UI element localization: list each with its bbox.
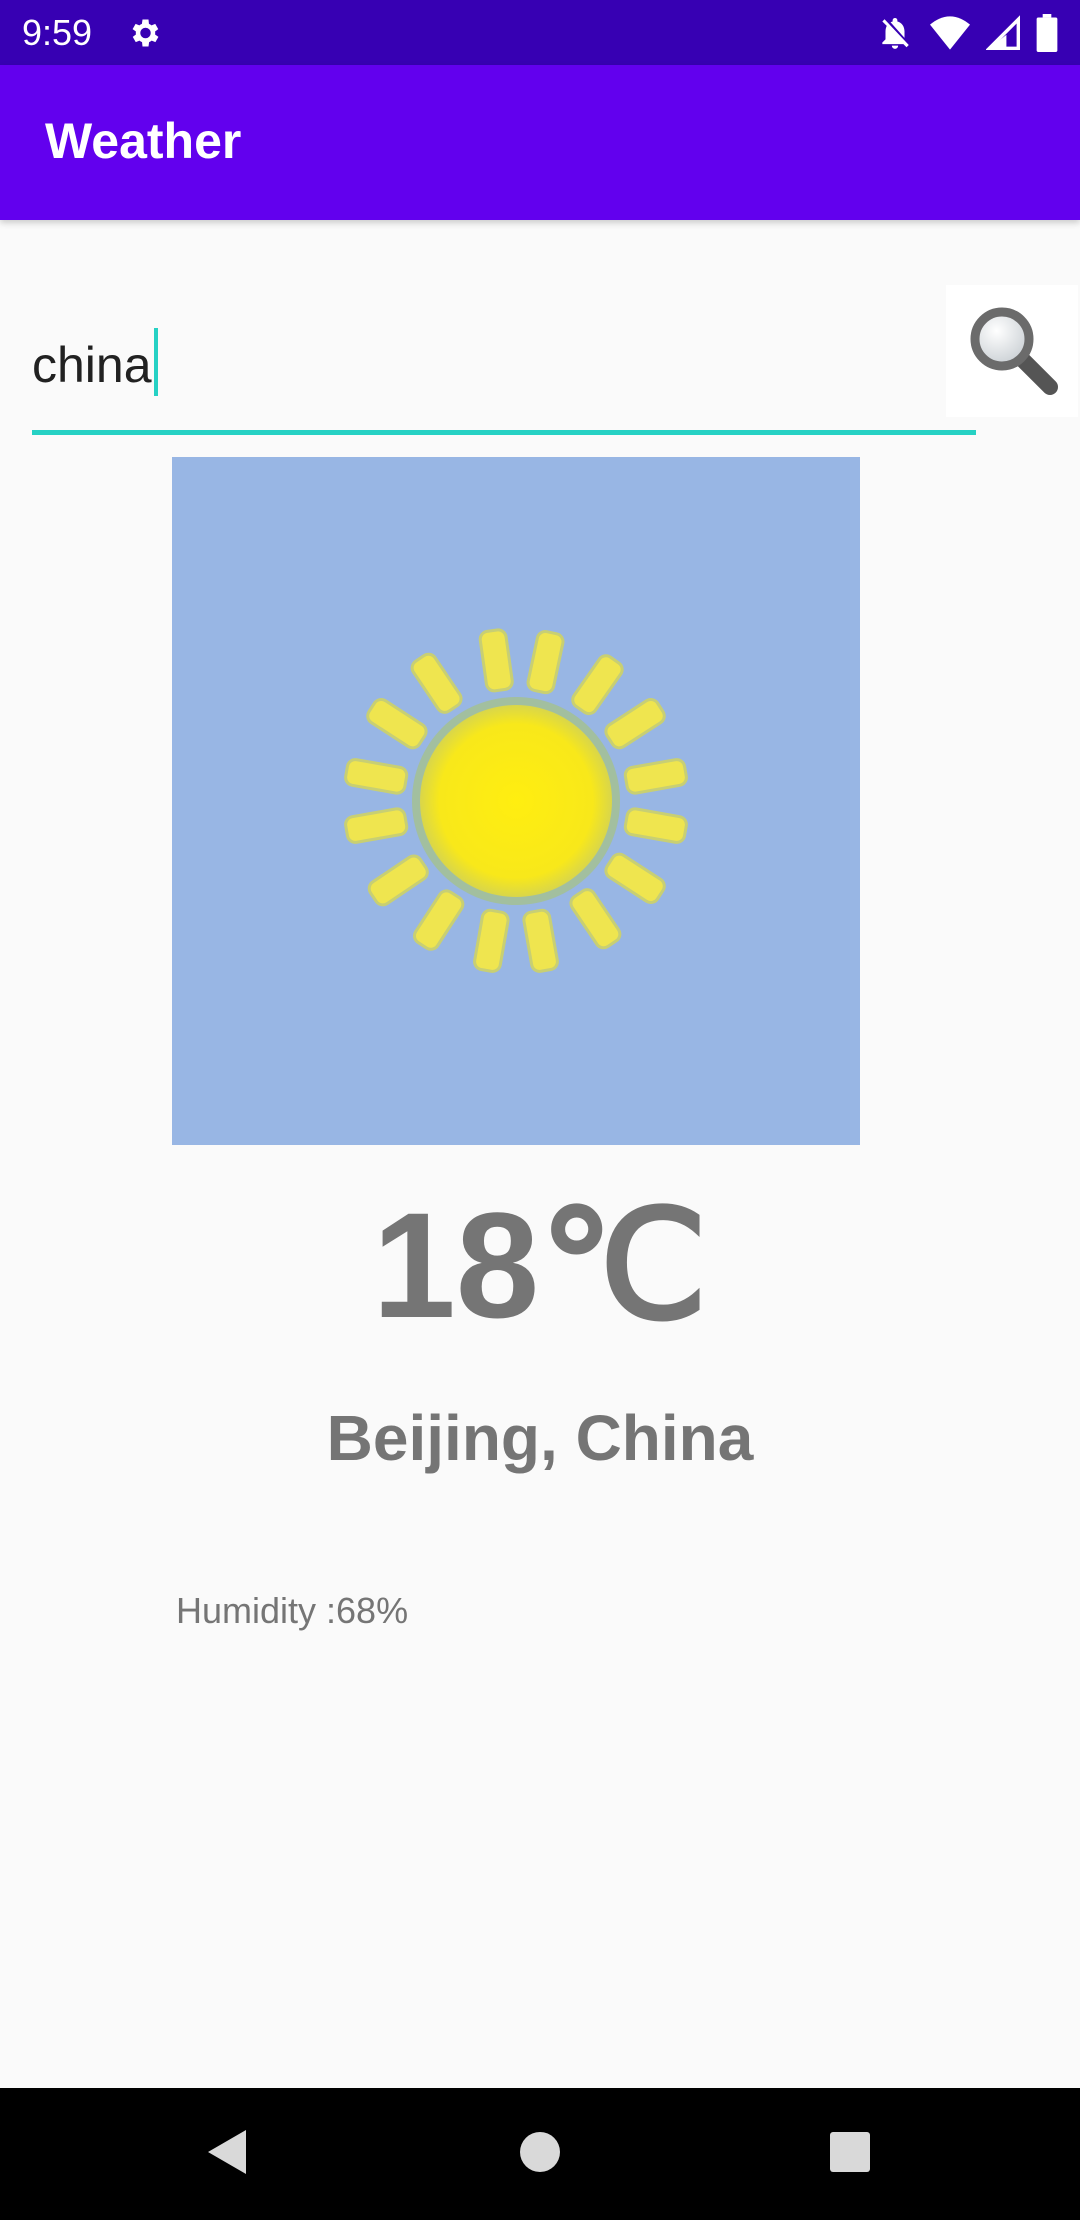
- search-input[interactable]: china: [32, 300, 976, 438]
- cellular-signal-icon: [986, 15, 1020, 51]
- app-title: Weather: [45, 113, 242, 169]
- recents-icon: [829, 2131, 871, 2177]
- home-button[interactable]: [510, 2124, 570, 2184]
- temperature-value: 18℃: [372, 1181, 708, 1349]
- sunny-icon: [172, 628, 860, 1149]
- humidity-value: Humidity :68%: [176, 1590, 409, 1631]
- status-bar: 9:59: [0, 0, 1080, 65]
- home-icon: [519, 2131, 561, 2177]
- location-name: Beijing, China: [326, 1402, 754, 1474]
- status-time: 9:59: [22, 12, 93, 53]
- notifications-off-icon: [876, 14, 914, 52]
- text-caret: [153, 328, 158, 396]
- weather-image: [172, 457, 860, 1145]
- recents-button[interactable]: [820, 2124, 880, 2184]
- magnifier-search-icon: [962, 299, 1062, 403]
- back-button[interactable]: [196, 2124, 256, 2184]
- search-button[interactable]: [946, 285, 1078, 417]
- battery-icon: [1036, 14, 1058, 52]
- gear-icon: [126, 15, 162, 51]
- navigation-bar: [0, 2088, 1080, 2220]
- wifi-icon: [930, 15, 970, 51]
- search-input-text[interactable]: china: [32, 328, 158, 397]
- search-value: china: [32, 337, 152, 393]
- app-bar: Weather: [0, 65, 1080, 220]
- back-icon: [204, 2128, 248, 2180]
- search-underline: [32, 430, 976, 435]
